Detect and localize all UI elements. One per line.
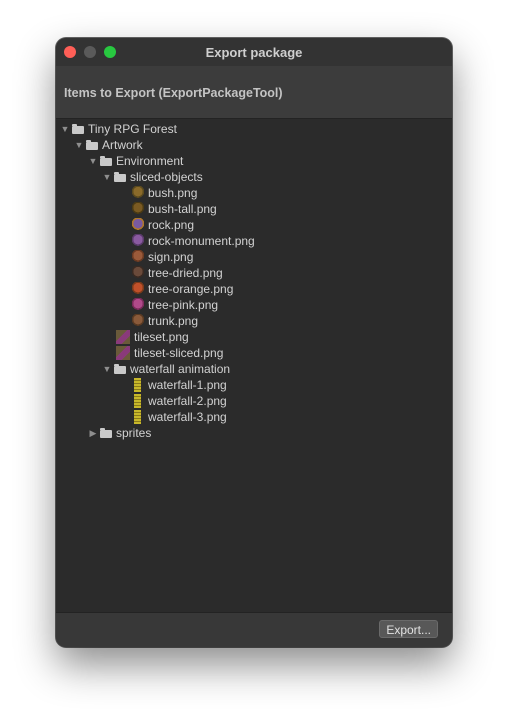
- tree-item-label: rock.png: [148, 218, 195, 232]
- tree-file-row[interactable]: trunk.png: [56, 313, 452, 329]
- tree-file-row[interactable]: sign.png: [56, 249, 452, 265]
- tree-file-row[interactable]: tileset.png: [56, 329, 452, 345]
- footer-bar: Export...: [56, 612, 452, 647]
- tree-folder-row[interactable]: ▼ Artwork: [56, 137, 452, 153]
- tree-item-label: waterfall-3.png: [148, 410, 227, 424]
- tree-item-label: waterfall-1.png: [148, 378, 227, 392]
- export-package-window: Export package Items to Export (ExportPa…: [56, 38, 452, 647]
- tree-item-label: sign.png: [148, 250, 194, 264]
- title-bar: Export package: [56, 38, 452, 66]
- tree-pink-thumbnail-icon: [132, 298, 144, 312]
- tree-item-label: trunk.png: [148, 314, 199, 328]
- expanded-arrow-icon[interactable]: ▼: [88, 153, 98, 169]
- waterfall-3-thumbnail-icon: [134, 410, 141, 424]
- tree-file-row[interactable]: rock.png: [56, 217, 452, 233]
- tree-item-label: sliced-objects: [130, 170, 203, 184]
- tree-item-label: bush.png: [148, 186, 198, 200]
- tree-item-label: Artwork: [102, 138, 143, 152]
- expanded-arrow-icon[interactable]: ▼: [102, 361, 112, 377]
- expanded-arrow-icon[interactable]: ▼: [102, 169, 112, 185]
- tree-file-row[interactable]: waterfall-1.png: [56, 377, 452, 393]
- folder-icon: [72, 124, 84, 134]
- folder-icon: [114, 364, 126, 374]
- collapsed-arrow-icon[interactable]: ▶: [88, 425, 98, 441]
- tree-file-row[interactable]: waterfall-3.png: [56, 409, 452, 425]
- asset-tree: ▼ Tiny RPG Forest ▼ Artwork ▼ Environment ▼ sli…: [56, 119, 452, 613]
- rock-monument-thumbnail-icon: [132, 234, 144, 248]
- bush-thumbnail-icon: [132, 186, 144, 200]
- tree-file-row[interactable]: rock-monument.png: [56, 233, 452, 249]
- tileset-sliced-thumbnail-icon: [116, 346, 130, 360]
- tree-folder-row[interactable]: ▼ Tiny RPG Forest: [56, 121, 452, 137]
- bush-tall-thumbnail-icon: [132, 202, 144, 216]
- sign-thumbnail-icon: [132, 250, 144, 264]
- folder-icon: [100, 428, 112, 438]
- trunk-thumbnail-icon: [132, 314, 144, 328]
- tree-item-label: tileset.png: [134, 330, 189, 344]
- tree-item-label: waterfall animation: [130, 362, 231, 376]
- folder-icon: [100, 156, 112, 166]
- tree-file-row[interactable]: tileset-sliced.png: [56, 345, 452, 361]
- tree-folder-row[interactable]: ▶ sprites: [56, 425, 452, 441]
- tree-item-label: tileset-sliced.png: [134, 346, 224, 360]
- waterfall-2-thumbnail-icon: [134, 394, 141, 408]
- tree-file-row[interactable]: tree-orange.png: [56, 281, 452, 297]
- tree-folder-row[interactable]: ▼ Environment: [56, 153, 452, 169]
- waterfall-1-thumbnail-icon: [134, 378, 141, 392]
- tree-item-label: Tiny RPG Forest: [88, 122, 177, 136]
- tree-item-label: waterfall-2.png: [148, 394, 227, 408]
- tree-folder-row[interactable]: ▼ waterfall animation: [56, 361, 452, 377]
- rock-thumbnail-icon: [132, 218, 144, 232]
- tree-file-row[interactable]: tree-pink.png: [56, 297, 452, 313]
- items-to-export-title: Items to Export (ExportPackageTool): [64, 86, 283, 100]
- export-header: Items to Export (ExportPackageTool): [56, 66, 452, 119]
- tileset-thumbnail-icon: [116, 330, 130, 344]
- tree-dried-thumbnail-icon: [132, 266, 144, 280]
- window-title: Export package: [205, 45, 303, 60]
- tree-orange-thumbnail-icon: [132, 282, 144, 296]
- tree-item-label: sprites: [116, 426, 152, 440]
- tree-folder-row[interactable]: ▼ sliced-objects: [56, 169, 452, 185]
- tree-file-row[interactable]: waterfall-2.png: [56, 393, 452, 409]
- tree-item-label: tree-pink.png: [148, 298, 219, 312]
- tree-item-label: rock-monument.png: [148, 234, 255, 248]
- folder-icon: [86, 140, 98, 150]
- tree-item-label: tree-orange.png: [148, 282, 234, 296]
- folder-icon: [114, 172, 126, 182]
- tree-file-row[interactable]: tree-dried.png: [56, 265, 452, 281]
- tree-item-label: tree-dried.png: [148, 266, 223, 280]
- export-button[interactable]: Export...: [379, 620, 438, 638]
- tree-file-row[interactable]: bush.png: [56, 185, 452, 201]
- expanded-arrow-icon[interactable]: ▼: [74, 137, 84, 153]
- tree-item-label: bush-tall.png: [148, 202, 217, 216]
- expanded-arrow-icon[interactable]: ▼: [60, 121, 70, 137]
- tree-item-label: Environment: [116, 154, 184, 168]
- tree-file-row[interactable]: bush-tall.png: [56, 201, 452, 217]
